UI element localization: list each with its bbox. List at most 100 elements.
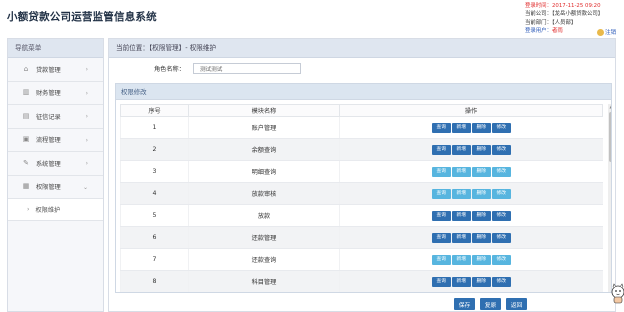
edit-button[interactable]: 修改 [491, 276, 511, 287]
query-button[interactable]: 查询 [431, 166, 451, 177]
row-actions: 查询 新增 删除 修改 [339, 248, 603, 271]
edit-button[interactable]: 修改 [491, 254, 511, 265]
module-name: 余额查询 [188, 138, 340, 161]
add-button[interactable]: 新增 [451, 210, 471, 221]
delete-button[interactable]: 删除 [471, 188, 491, 199]
add-button[interactable]: 新增 [451, 276, 471, 287]
add-button[interactable]: 新增 [451, 122, 471, 133]
sidebar-item-label: 系统管理 [36, 160, 61, 168]
edit-button[interactable]: 修改 [491, 210, 511, 221]
module-name: 放款审核 [188, 182, 340, 205]
delete-button[interactable]: 删除 [471, 166, 491, 177]
row-number: 7 [120, 248, 189, 271]
row-actions: 查询 新增 删除 修改 [339, 204, 603, 227]
app-title: 小额贷款公司运营监管信息系统 [7, 11, 157, 23]
scrollbar-thumb[interactable] [609, 112, 611, 162]
row-number: 8 [120, 270, 189, 292]
row-number: 4 [120, 182, 189, 205]
module-name: 科目管理 [188, 270, 340, 292]
login-time-value: 2017-11-25 09:20 [551, 3, 601, 9]
company-value: 【龙岳小额贷款公司】 [551, 11, 604, 18]
permission-panel-title: 权限修改 [116, 84, 611, 100]
role-name-input[interactable] [192, 63, 301, 74]
sidebar-item-finance[interactable]: ▥ 财务管理 › [8, 82, 103, 105]
reset-button[interactable]: 复原 [480, 298, 501, 310]
user-value: 者雨 [551, 28, 563, 35]
edit-button[interactable]: 修改 [491, 144, 511, 155]
add-button[interactable]: 新增 [451, 188, 471, 199]
sidebar-item-label: 贷款管理 [36, 66, 61, 74]
logout-link[interactable]: 注销 [597, 28, 616, 36]
back-button[interactable]: 返回 [506, 298, 527, 310]
sidebar-subitem-permission-maintain[interactable]: › 权限维护 [8, 199, 103, 221]
query-button[interactable]: 查询 [431, 122, 451, 133]
edit-button[interactable]: 修改 [491, 122, 511, 133]
module-name: 放款 [188, 204, 340, 227]
chevron-down-icon: ⌄ [82, 183, 88, 191]
column-header-no: 序号 [120, 104, 189, 117]
sidebar-item-loan[interactable]: ⌂ 贷款管理 › [8, 58, 103, 82]
main-panel: 当前位置：【权限管理】- 权限维护 角色名称： 权限修改 序号 模块名称 操作 … [108, 38, 616, 312]
query-button[interactable]: 查询 [431, 188, 451, 199]
form-actions: 保存 复原 返回 [454, 298, 527, 310]
sidebar-item-flow[interactable]: ▣ 流程管理 › [8, 129, 103, 152]
table-row: 8 科目管理 查询 新增 删除 修改 [120, 270, 603, 292]
top-bar: 小额贷款公司运营监管信息系统 登录时间：2017-11-25 09:20 当前公… [0, 0, 624, 38]
query-button[interactable]: 查询 [431, 254, 451, 265]
delete-button[interactable]: 删除 [471, 210, 491, 221]
edit-button[interactable]: 修改 [491, 166, 511, 177]
query-button[interactable]: 查询 [431, 232, 451, 243]
row-actions: 查询 新增 删除 修改 [339, 182, 603, 205]
sidebar-item-system[interactable]: ✎ 系统管理 › [8, 152, 103, 176]
bar-chart-icon: ▥ [22, 88, 30, 97]
mascot-icon [611, 283, 624, 304]
edit-button[interactable]: 修改 [491, 232, 511, 243]
table-row: 4 放款审核 查询 新增 删除 修改 [120, 182, 603, 205]
table-scrollbar[interactable]: ▲ [608, 104, 611, 292]
user-info-panel: 登录时间：2017-11-25 09:20 当前公司：【龙岳小额贷款公司】 当前… [525, 2, 603, 36]
row-action-group: 查询 新增 删除 修改 [340, 210, 603, 221]
chevron-right-icon: › [27, 206, 30, 213]
sidebar-item-permission[interactable]: ▦ 权限管理 ⌄ [8, 176, 103, 199]
sidebar: 导航菜单 ⌂ 贷款管理 › ▥ 财务管理 › ▤ 征信记录 › ▣ 流程管理 ›… [7, 38, 104, 312]
chevron-right-icon: › [85, 66, 88, 73]
row-number: 6 [120, 226, 189, 249]
row-action-group: 查询 新增 删除 修改 [340, 254, 603, 265]
chevron-right-icon: › [85, 160, 88, 167]
table-row: 7 还款查询 查询 新增 删除 修改 [120, 248, 603, 271]
table-row: 6 还款管理 查询 新增 删除 修改 [120, 226, 603, 249]
add-button[interactable]: 新增 [451, 254, 471, 265]
edit-button[interactable]: 修改 [491, 188, 511, 199]
row-actions: 查询 新增 删除 修改 [339, 160, 603, 183]
row-number: 1 [120, 116, 189, 139]
row-number: 5 [120, 204, 189, 227]
dept-label: 当前部门： [525, 19, 552, 26]
delete-button[interactable]: 删除 [471, 144, 491, 155]
flow-icon: ▣ [22, 135, 30, 144]
column-header-ops: 操作 [339, 104, 603, 117]
sidebar-item-label: 权限管理 [36, 184, 61, 192]
sidebar-item-label: 征信记录 [36, 113, 61, 121]
query-button[interactable]: 查询 [431, 276, 451, 287]
module-name: 还款查询 [188, 248, 340, 271]
table-row: 3 明细查询 查询 新增 删除 修改 [120, 160, 603, 183]
row-action-group: 查询 新增 删除 修改 [340, 166, 603, 177]
login-time-label: 登录时间： [525, 3, 552, 9]
delete-button[interactable]: 删除 [471, 232, 491, 243]
add-button[interactable]: 新增 [451, 232, 471, 243]
delete-button[interactable]: 删除 [471, 276, 491, 287]
query-button[interactable]: 查询 [431, 210, 451, 221]
row-number: 2 [120, 138, 189, 161]
user-label: 登录用户： [525, 28, 552, 35]
delete-button[interactable]: 删除 [471, 122, 491, 133]
delete-button[interactable]: 删除 [471, 254, 491, 265]
add-button[interactable]: 新增 [451, 144, 471, 155]
row-actions: 查询 新增 删除 修改 [339, 138, 603, 161]
scroll-up-icon[interactable]: ▲ [608, 104, 611, 110]
chevron-right-icon: › [85, 136, 88, 144]
save-button[interactable]: 保存 [454, 298, 475, 310]
sidebar-item-credit[interactable]: ▤ 征信记录 › [8, 105, 103, 129]
add-button[interactable]: 新增 [451, 166, 471, 177]
sidebar-item-label: 流程管理 [36, 137, 61, 145]
query-button[interactable]: 查询 [431, 144, 451, 155]
